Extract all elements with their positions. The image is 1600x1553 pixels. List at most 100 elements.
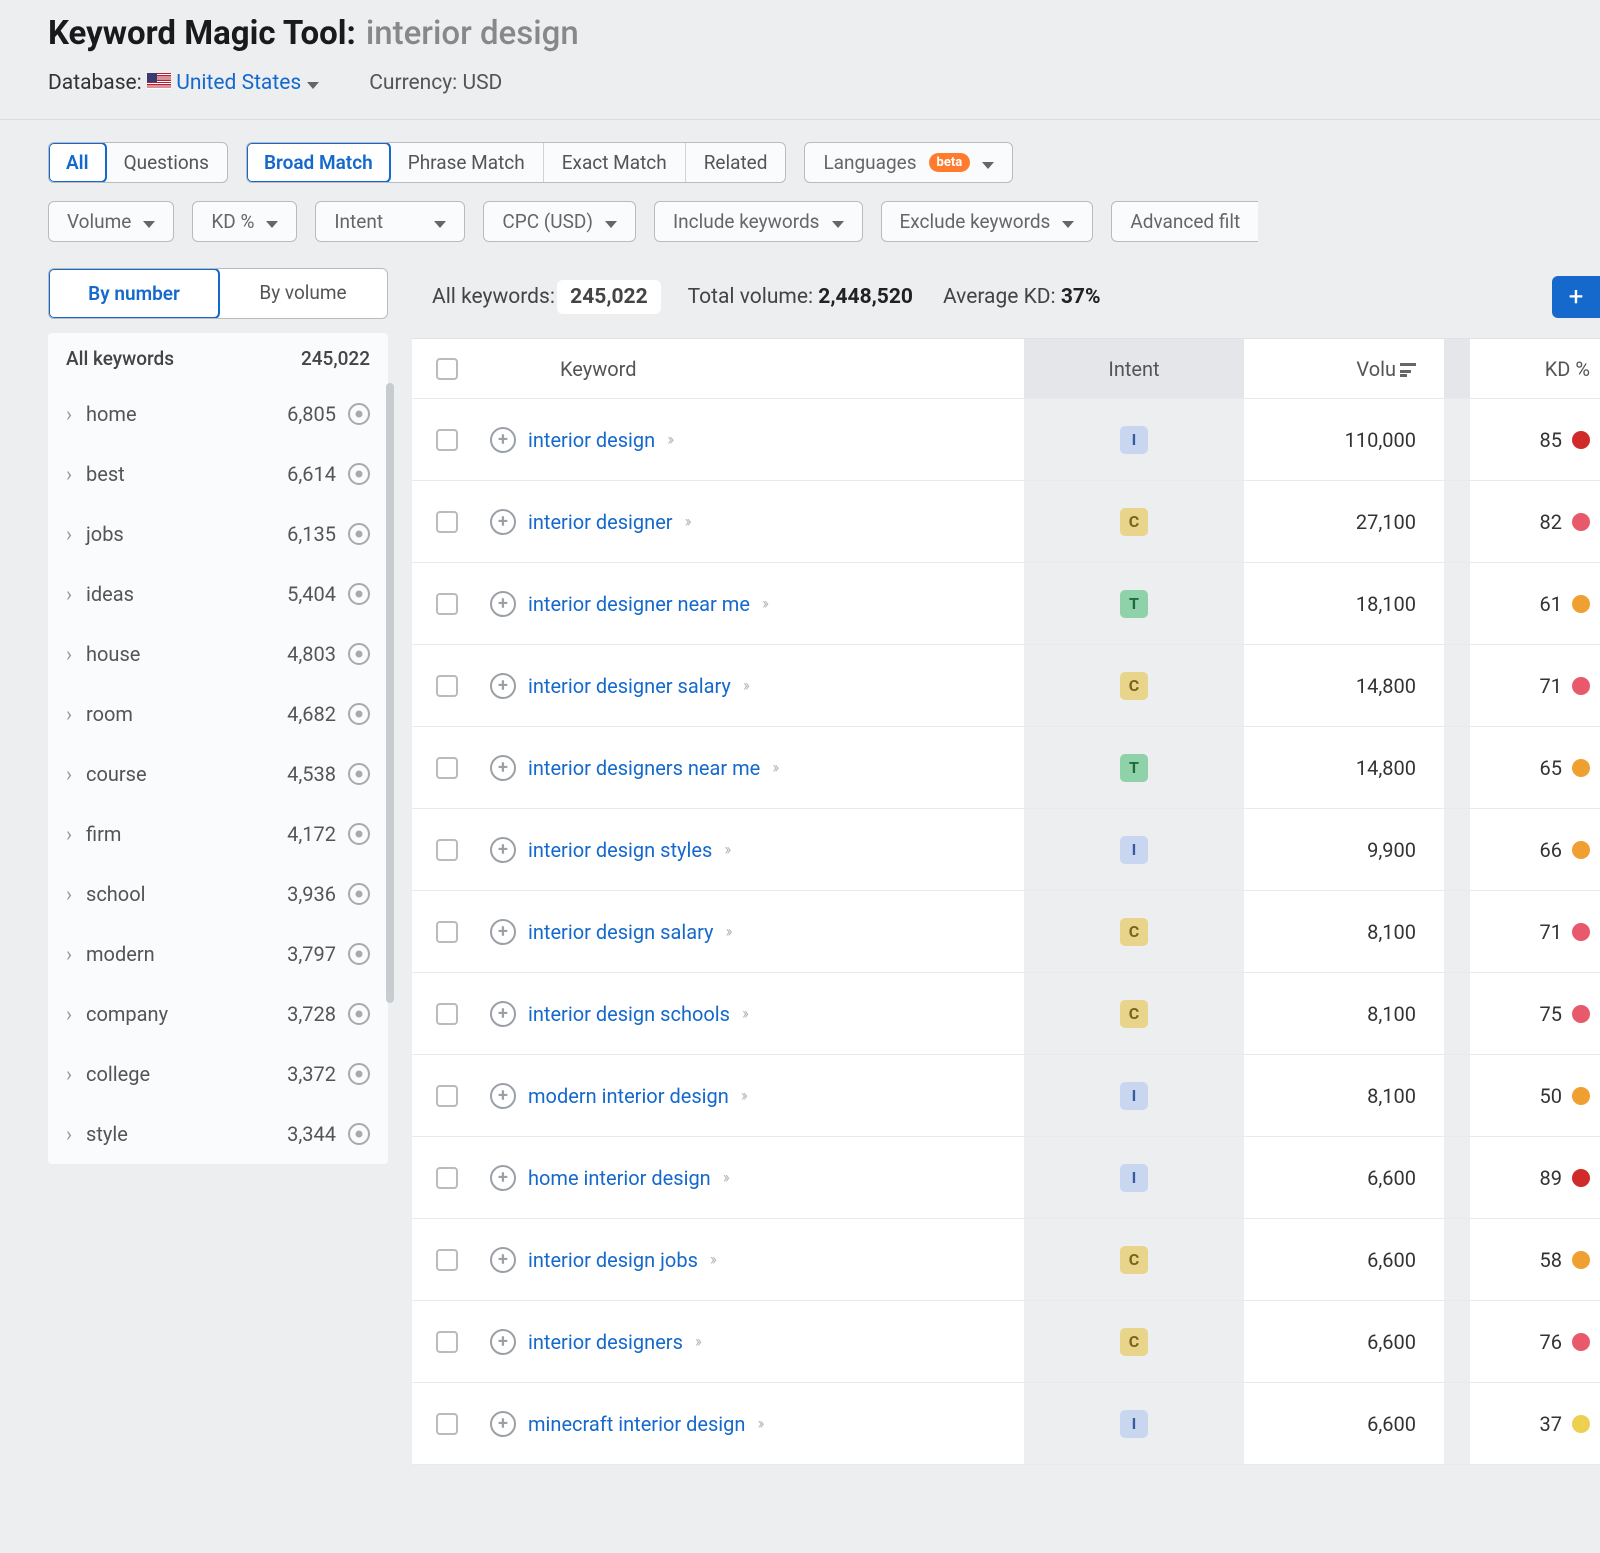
row-checkbox[interactable]: [436, 1331, 458, 1353]
double-chevron-icon[interactable]: ››: [741, 1086, 745, 1106]
double-chevron-icon[interactable]: ››: [742, 1004, 746, 1024]
eye-icon[interactable]: [348, 703, 370, 725]
expand-icon[interactable]: +: [490, 1411, 516, 1437]
sidebar-item[interactable]: ›company3,728: [48, 984, 388, 1044]
tab-all[interactable]: All: [48, 142, 107, 183]
eye-icon[interactable]: [348, 403, 370, 425]
eye-icon[interactable]: [348, 1003, 370, 1025]
tab-related[interactable]: Related: [686, 143, 786, 182]
kd-filter[interactable]: KD %: [192, 201, 297, 242]
expand-icon[interactable]: +: [490, 673, 516, 699]
row-checkbox[interactable]: [436, 1249, 458, 1271]
col-volume-header[interactable]: Volu: [1356, 357, 1396, 381]
sidebar-item[interactable]: ›room4,682: [48, 684, 388, 744]
expand-icon[interactable]: +: [490, 919, 516, 945]
double-chevron-icon[interactable]: ››: [710, 1250, 714, 1270]
col-kd-header[interactable]: KD %: [1545, 357, 1590, 381]
col-intent-header[interactable]: Intent: [1108, 357, 1159, 381]
row-checkbox[interactable]: [436, 1413, 458, 1435]
row-checkbox[interactable]: [436, 1085, 458, 1107]
volume-filter[interactable]: Volume: [48, 201, 174, 242]
eye-icon[interactable]: [348, 643, 370, 665]
keyword-link[interactable]: home interior design: [528, 1166, 711, 1190]
tab-questions[interactable]: Questions: [106, 143, 227, 182]
scrollbar[interactable]: [386, 383, 394, 1003]
double-chevron-icon[interactable]: ››: [723, 1168, 727, 1188]
keyword-link[interactable]: modern interior design: [528, 1084, 729, 1108]
keyword-link[interactable]: minecraft interior design: [528, 1412, 745, 1436]
expand-icon[interactable]: +: [490, 837, 516, 863]
keyword-link[interactable]: interior design jobs: [528, 1248, 698, 1272]
double-chevron-icon[interactable]: ››: [685, 512, 689, 532]
tab-exact-match[interactable]: Exact Match: [544, 143, 686, 182]
select-all-checkbox[interactable]: [436, 358, 458, 380]
eye-icon[interactable]: [348, 463, 370, 485]
expand-icon[interactable]: +: [490, 591, 516, 617]
sidebar-item[interactable]: ›firm4,172: [48, 804, 388, 864]
database-selector[interactable]: United States: [176, 71, 319, 95]
by-volume-toggle[interactable]: By volume: [219, 269, 387, 318]
expand-icon[interactable]: +: [490, 509, 516, 535]
eye-icon[interactable]: [348, 583, 370, 605]
double-chevron-icon[interactable]: ››: [726, 922, 730, 942]
keyword-link[interactable]: interior designers near me: [528, 756, 760, 780]
row-checkbox[interactable]: [436, 593, 458, 615]
double-chevron-icon[interactable]: ››: [667, 430, 671, 450]
double-chevron-icon[interactable]: ››: [757, 1414, 761, 1434]
intent-filter[interactable]: Intent: [315, 201, 465, 242]
sidebar-item[interactable]: ›modern3,797: [48, 924, 388, 984]
tab-broad-match[interactable]: Broad Match: [246, 142, 391, 183]
expand-icon[interactable]: +: [490, 1247, 516, 1273]
eye-icon[interactable]: [348, 883, 370, 905]
row-checkbox[interactable]: [436, 757, 458, 779]
row-checkbox[interactable]: [436, 839, 458, 861]
row-checkbox[interactable]: [436, 511, 458, 533]
exclude-keywords-filter[interactable]: Exclude keywords: [881, 201, 1094, 242]
tab-phrase-match[interactable]: Phrase Match: [390, 143, 544, 182]
expand-icon[interactable]: +: [490, 1001, 516, 1027]
sidebar-item[interactable]: ›school3,936: [48, 864, 388, 924]
eye-icon[interactable]: [348, 823, 370, 845]
cpc-filter[interactable]: CPC (USD): [483, 201, 636, 242]
expand-icon[interactable]: +: [490, 1329, 516, 1355]
row-checkbox[interactable]: [436, 1003, 458, 1025]
sidebar-item[interactable]: ›best6,614: [48, 444, 388, 504]
double-chevron-icon[interactable]: ››: [743, 676, 747, 696]
row-checkbox[interactable]: [436, 1167, 458, 1189]
keyword-link[interactable]: interior designers: [528, 1330, 683, 1354]
include-keywords-filter[interactable]: Include keywords: [654, 201, 863, 242]
row-checkbox[interactable]: [436, 675, 458, 697]
expand-icon[interactable]: +: [490, 427, 516, 453]
row-checkbox[interactable]: [436, 921, 458, 943]
sidebar-item[interactable]: ›home6,805: [48, 384, 388, 444]
sidebar-item[interactable]: ›ideas5,404: [48, 564, 388, 624]
keyword-link[interactable]: interior design salary: [528, 920, 714, 944]
expand-icon[interactable]: +: [490, 1083, 516, 1109]
expand-icon[interactable]: +: [490, 755, 516, 781]
double-chevron-icon[interactable]: ››: [724, 840, 728, 860]
double-chevron-icon[interactable]: ››: [695, 1332, 699, 1352]
eye-icon[interactable]: [348, 1063, 370, 1085]
eye-icon[interactable]: [348, 943, 370, 965]
sidebar-item[interactable]: ›jobs6,135: [48, 504, 388, 564]
eye-icon[interactable]: [348, 523, 370, 545]
keyword-link[interactable]: interior designer: [528, 510, 673, 534]
double-chevron-icon[interactable]: ››: [772, 758, 776, 778]
keyword-link[interactable]: interior designer near me: [528, 592, 750, 616]
sidebar-item[interactable]: ›style3,344: [48, 1104, 388, 1164]
by-number-toggle[interactable]: By number: [48, 268, 220, 319]
sidebar-item[interactable]: ›course4,538: [48, 744, 388, 804]
sidebar-item[interactable]: ›college3,372: [48, 1044, 388, 1104]
keyword-link[interactable]: interior design: [528, 428, 655, 452]
languages-dropdown[interactable]: Languages beta: [804, 142, 1013, 183]
eye-icon[interactable]: [348, 763, 370, 785]
eye-icon[interactable]: [348, 1123, 370, 1145]
sidebar-item[interactable]: ›house4,803: [48, 624, 388, 684]
col-keyword-header[interactable]: Keyword: [560, 357, 637, 381]
keyword-link[interactable]: interior designer salary: [528, 674, 731, 698]
advanced-filters[interactable]: Advanced filt: [1111, 201, 1258, 242]
keyword-link[interactable]: interior design styles: [528, 838, 712, 862]
row-checkbox[interactable]: [436, 429, 458, 451]
expand-icon[interactable]: +: [490, 1165, 516, 1191]
keyword-link[interactable]: interior design schools: [528, 1002, 730, 1026]
